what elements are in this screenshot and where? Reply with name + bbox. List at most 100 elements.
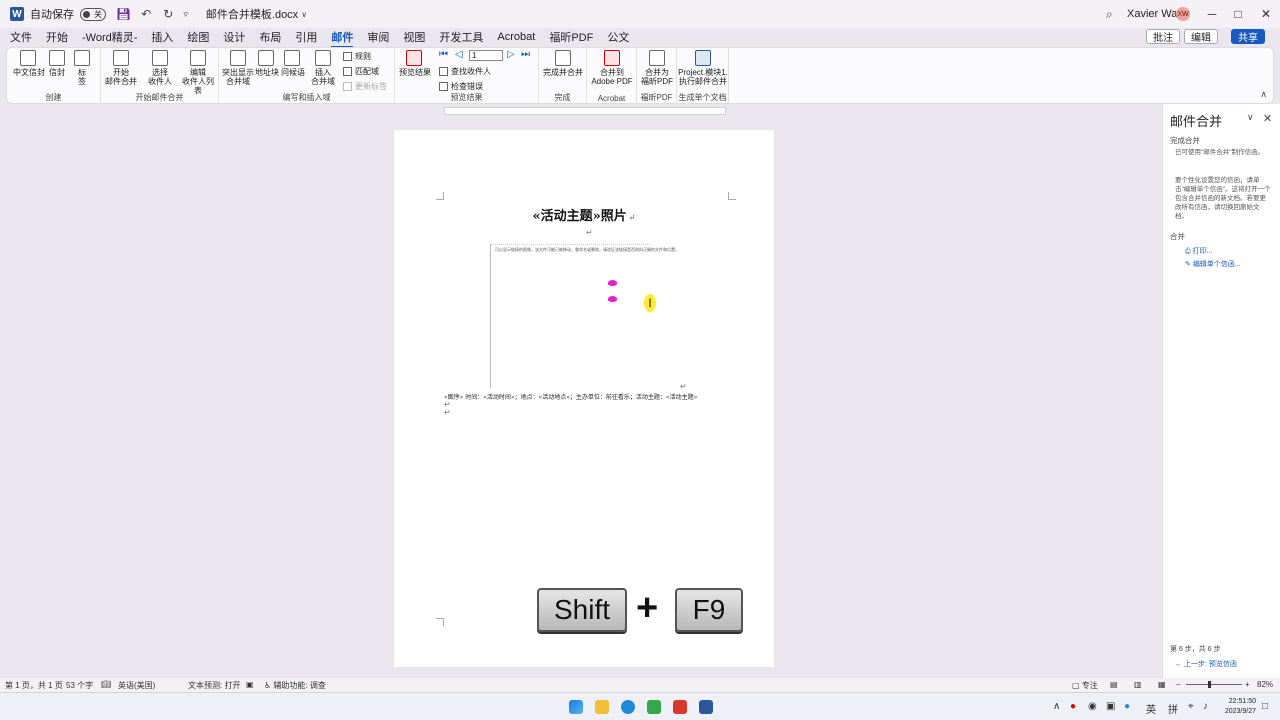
tab-home[interactable]: 开始 xyxy=(46,29,68,45)
zoom-slider[interactable] xyxy=(1186,684,1242,685)
labels-button[interactable]: 标 签 xyxy=(73,50,91,86)
zoom-out-icon[interactable]: − xyxy=(1176,680,1181,689)
save-icon[interactable]: 💾︎ xyxy=(116,7,131,21)
focus-mode-button[interactable]: ▢ 专注 xyxy=(1072,680,1098,691)
redo-icon[interactable]: ↻ xyxy=(163,7,173,21)
app-tray-icon[interactable]: ▣ xyxy=(1106,701,1115,712)
tab-draw[interactable]: 绘图 xyxy=(187,29,209,45)
pane-options-icon[interactable]: ∨ xyxy=(1247,112,1254,123)
share-button[interactable]: 共享 xyxy=(1231,29,1265,44)
customize-toolbar-icon[interactable]: ▿ xyxy=(183,9,188,20)
last-record-icon[interactable]: ⏭︎ xyxy=(521,49,530,60)
camtasia-icon[interactable] xyxy=(647,700,661,714)
read-mode-icon[interactable]: ▤ xyxy=(1110,680,1118,689)
language-indicator[interactable]: 英语(美国) xyxy=(118,680,155,691)
page-count[interactable]: 第 1 页，共 1 页 xyxy=(5,680,63,691)
group-label: Acrobat xyxy=(597,94,626,103)
chevron-down-icon[interactable]: ∨ xyxy=(301,10,307,19)
document-page[interactable]: «活动主题»照片 ↵ ↵ 可以显示链接的图像。该文件可能已被移动、重命名或删除。请… xyxy=(394,130,774,667)
edit-individual-letters-link[interactable]: ✎ 编辑单个信函... xyxy=(1185,259,1241,269)
tab-review[interactable]: 审阅 xyxy=(367,29,389,45)
tab-insert[interactable]: 插入 xyxy=(151,29,173,45)
document-title[interactable]: «活动主题»照片 ↵ xyxy=(394,205,774,224)
system-clock[interactable]: 22:51:50 2023/9/27 xyxy=(1216,697,1256,717)
macro-record-icon[interactable]: ▣ xyxy=(246,680,254,689)
web-layout-icon[interactable]: ▦ xyxy=(1158,680,1166,689)
rules-button[interactable]: 规则 xyxy=(343,51,371,62)
volume-icon[interactable]: ♪ xyxy=(1203,701,1208,712)
print-layout-icon[interactable]: ▥ xyxy=(1134,680,1142,689)
document-filename[interactable]: 邮件合并模板.docx xyxy=(206,0,298,28)
windows-start-icon[interactable] xyxy=(569,700,583,714)
editing-mode-button[interactable]: 编辑 xyxy=(1184,29,1218,44)
previous-step-link[interactable]: ← 上一步: 预览信函 xyxy=(1175,659,1237,669)
tab-acrobat[interactable]: Acrobat xyxy=(497,31,535,43)
edit-recipient-list-button[interactable]: 编辑 收件人列表 xyxy=(179,50,217,95)
highlight-merge-fields-button[interactable]: 突出显示 合并域 xyxy=(221,50,255,86)
avatar[interactable]: XW xyxy=(1176,7,1190,21)
search-icon[interactable]: ⌕ xyxy=(1106,7,1113,22)
text-prediction-status[interactable]: 文本预测: 打开 xyxy=(188,680,240,691)
record-number-input[interactable]: 1 xyxy=(469,50,503,61)
proofing-icon[interactable]: 📖︎ xyxy=(101,680,111,689)
word-taskbar-icon[interactable] xyxy=(699,700,713,714)
app-tray-icon-2[interactable]: ● xyxy=(1124,701,1130,712)
envelope-button[interactable]: 信封 xyxy=(47,50,67,77)
broken-image-frame[interactable]: 可以显示链接的图像。该文件可能已被移动、重命名或删除。请验证该链接是否指向正确的… xyxy=(490,244,679,388)
print-link[interactable]: ⎙ 打印... xyxy=(1185,246,1212,256)
greeting-line-button[interactable]: 问候语 xyxy=(281,50,305,77)
shift-key: Shift xyxy=(537,588,627,632)
tab-design[interactable]: 设计 xyxy=(223,29,245,45)
check-errors-button[interactable]: 检查错误 xyxy=(439,81,483,92)
input-language[interactable]: 英 xyxy=(1146,701,1156,716)
accessibility-status[interactable]: ♿︎ 辅助功能: 调查 xyxy=(264,680,326,691)
antivirus-tray-icon[interactable]: ● xyxy=(1070,701,1076,712)
merge-field-line[interactable]: «图序» 时间：«活动时间»；地点：«活动地点»；主办单位：前往看乐；活动主题：… xyxy=(444,392,697,401)
merge-to-adobe-pdf-button[interactable]: 合并到 Adobe PDF xyxy=(589,50,635,86)
next-record-icon[interactable]: ▷ xyxy=(507,49,515,60)
zoom-slider-thumb[interactable] xyxy=(1208,681,1211,688)
tab-references[interactable]: 引用 xyxy=(295,29,317,45)
show-hidden-icons[interactable]: ∧ xyxy=(1053,701,1060,712)
notifications-icon[interactable]: □ xyxy=(1262,701,1268,712)
close-icon[interactable]: ✕ xyxy=(1263,112,1272,125)
edge-browser-icon[interactable] xyxy=(621,700,635,714)
autosave-toggle[interactable]: 关 xyxy=(80,7,106,21)
update-labels-button[interactable]: 更新标签 xyxy=(343,81,387,92)
run-mail-merge-macro-button[interactable]: Project.模块1. 执行邮件合并 xyxy=(677,50,729,86)
network-tray-icon[interactable]: ◉ xyxy=(1088,701,1097,712)
tab-view[interactable]: 视图 xyxy=(403,29,425,45)
horizontal-ruler[interactable] xyxy=(444,107,726,115)
undo-icon[interactable]: ↶ xyxy=(141,7,151,21)
find-recipient-button[interactable]: 查找收件人 xyxy=(439,66,491,77)
close-icon[interactable]: ✕ xyxy=(1250,7,1280,21)
tab-file[interactable]: 文件 xyxy=(10,29,32,45)
insert-merge-field-button[interactable]: 插入 合并域 xyxy=(309,50,337,86)
first-record-icon[interactable]: ⏮︎ xyxy=(439,49,448,60)
select-recipients-button[interactable]: 选择 收件人 xyxy=(143,50,177,86)
tab-official-doc[interactable]: 公文 xyxy=(607,29,629,45)
tab-mailings[interactable]: 邮件 xyxy=(331,29,354,48)
start-mail-merge-button[interactable]: 开始 邮件合并 xyxy=(103,50,139,86)
recorder-app-icon[interactable] xyxy=(673,700,687,714)
tab-layout[interactable]: 布局 xyxy=(259,29,281,45)
file-explorer-icon[interactable] xyxy=(595,700,609,714)
chinese-envelope-button[interactable]: 中文信封 xyxy=(13,50,45,77)
word-count[interactable]: 53 个字 xyxy=(66,680,93,691)
finish-merge-button[interactable]: 完成并合并 xyxy=(541,50,585,77)
comments-button[interactable]: 批注 xyxy=(1146,29,1180,44)
match-fields-button[interactable]: 匹配域 xyxy=(343,66,379,77)
previous-record-icon[interactable]: ◁ xyxy=(455,49,463,60)
margin-corner xyxy=(728,192,736,200)
zoom-in-icon[interactable]: + xyxy=(1245,680,1250,689)
ime-mode[interactable]: 拼 xyxy=(1168,701,1178,716)
collapse-ribbon-icon[interactable]: ∧ xyxy=(1260,89,1267,100)
network-icon[interactable]: ⌖ xyxy=(1188,701,1194,712)
tab-word-genie[interactable]: -Word精灵- xyxy=(82,29,137,45)
preview-results-button[interactable]: 预览结果 xyxy=(399,50,431,77)
tab-developer[interactable]: 开发工具 xyxy=(439,29,483,45)
zoom-level[interactable]: 82% xyxy=(1257,680,1273,689)
tab-foxit-pdf[interactable]: 福昕PDF xyxy=(549,29,593,45)
merge-to-foxit-pdf-button[interactable]: 合并为 福昕PDF xyxy=(639,50,675,86)
address-block-button[interactable]: 地址块 xyxy=(255,50,279,77)
